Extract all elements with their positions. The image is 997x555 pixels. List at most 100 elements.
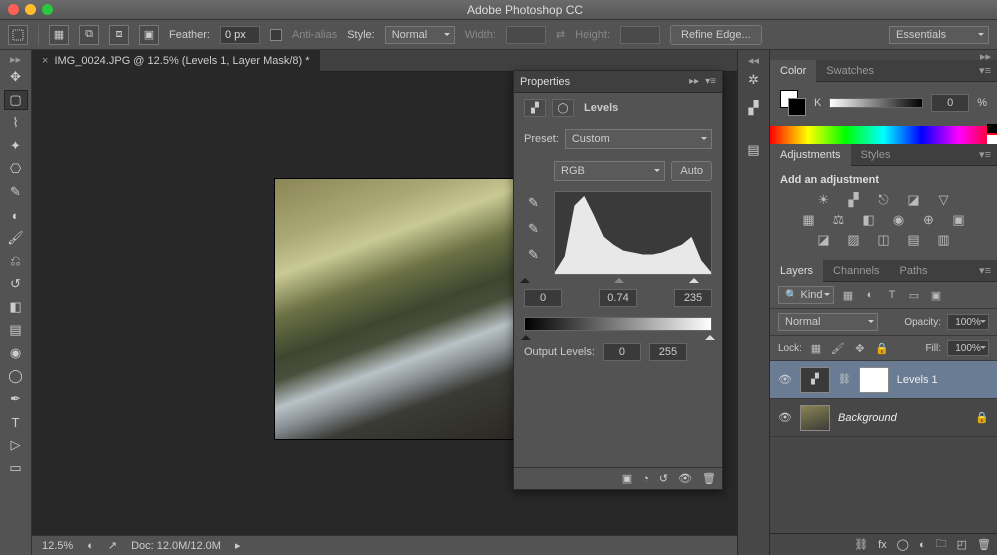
color-lookup-icon[interactable]: ▣ — [950, 212, 968, 228]
refine-edge-button[interactable]: Refine Edge... — [670, 25, 762, 45]
move-tool[interactable]: ✥ — [4, 67, 28, 87]
filter-shape-icon[interactable]: ▭ — [906, 287, 922, 303]
subtract-selection-icon[interactable]: ⧈ — [109, 25, 129, 45]
channel-mixer-icon[interactable]: ⊕ — [920, 212, 938, 228]
new-layer-icon[interactable]: ◰ — [957, 538, 967, 551]
gradient-tool[interactable]: ▤ — [4, 320, 28, 340]
exposure-adj-icon[interactable]: ◪ — [905, 192, 923, 208]
invert-icon[interactable]: ◪ — [815, 232, 833, 248]
close-tab-icon[interactable]: × — [42, 55, 48, 67]
black-point-eyedropper-icon[interactable]: ✎ — [528, 195, 539, 211]
vibrance-icon[interactable]: ▽ — [935, 192, 953, 208]
lasso-tool[interactable]: ⌇ — [4, 113, 28, 133]
layers-panel-menu-icon[interactable]: ▾≡ — [973, 264, 997, 277]
marquee-tool[interactable]: ▢ — [4, 90, 28, 110]
preset-dropdown[interactable]: Custom — [565, 129, 712, 149]
spectrum-black[interactable] — [987, 124, 997, 133]
white-output-slider[interactable] — [705, 330, 715, 340]
properties-collapse-icon[interactable]: ▸▸ — [689, 76, 699, 87]
output-white-value[interactable]: 255 — [649, 343, 687, 361]
delete-layer-icon[interactable]: 🗑 — [977, 538, 991, 551]
styles-tab[interactable]: Styles — [851, 144, 901, 166]
color-panel-menu-icon[interactable]: ▾≡ — [973, 64, 997, 77]
filter-type-icon[interactable]: T — [884, 287, 900, 303]
toggle-visibility-icon[interactable]: 👁 — [678, 472, 692, 485]
crop-tool[interactable]: ⎔ — [4, 159, 28, 179]
selective-color-icon[interactable]: ▥ — [935, 232, 953, 248]
new-adjustment-layer-icon[interactable]: ◐ — [919, 539, 926, 551]
gray-point-eyedropper-icon[interactable]: ✎ — [528, 221, 539, 237]
healing-brush-tool[interactable]: ◐ — [4, 205, 28, 225]
new-group-icon[interactable]: 🗀 — [936, 535, 947, 554]
layer-fx-icon[interactable]: fx — [878, 539, 887, 551]
input-black-value[interactable]: 0 — [524, 289, 562, 307]
close-window-button[interactable] — [8, 4, 19, 15]
curves-icon[interactable]: ⎋ — [875, 192, 893, 208]
mid-input-slider[interactable] — [614, 273, 624, 283]
brightness-contrast-icon[interactable]: ☀ — [815, 192, 833, 208]
workspace-switcher[interactable]: Essentials — [889, 26, 989, 44]
output-gradient[interactable] — [524, 317, 712, 331]
posterize-icon[interactable]: ▨ — [845, 232, 863, 248]
reset-icon[interactable]: ↺ — [659, 472, 668, 485]
levels-adjustment-icon[interactable]: ▞ — [524, 99, 546, 117]
lock-all-icon[interactable]: 🔒 — [874, 340, 890, 356]
swatches-tab[interactable]: Swatches — [816, 60, 884, 82]
layer-filter-kind[interactable]: 🔍 Kind — [778, 286, 834, 304]
previous-state-icon[interactable]: ◔ — [642, 473, 649, 485]
delete-adjustment-icon[interactable]: 🗑 — [702, 472, 716, 485]
intersect-selection-icon[interactable]: ▣ — [139, 25, 159, 45]
properties-icon[interactable]: ▤ — [741, 138, 767, 162]
black-output-slider[interactable] — [521, 330, 531, 340]
levels-icon[interactable]: ▞ — [845, 192, 863, 208]
layer-background[interactable]: 👁 Background 🔒 — [770, 399, 997, 437]
link-mask-icon[interactable]: ⛓ — [838, 374, 851, 385]
bw-icon[interactable]: ◧ — [860, 212, 878, 228]
color-balance-icon[interactable]: ⚖ — [830, 212, 848, 228]
photo-filter-icon[interactable]: ◉ — [890, 212, 908, 228]
layer-mask-thumb[interactable] — [859, 367, 889, 393]
spectrum-white[interactable] — [987, 135, 997, 144]
add-selection-icon[interactable]: ⧉ — [79, 25, 99, 45]
layer-name[interactable]: Background — [838, 412, 897, 424]
layer-name[interactable]: Levels 1 — [897, 374, 938, 386]
style-dropdown[interactable]: Normal — [385, 26, 455, 44]
k-input[interactable]: 0 — [931, 94, 969, 112]
dodge-tool[interactable]: ◯ — [4, 366, 28, 386]
auto-button[interactable]: Auto — [671, 161, 712, 181]
blur-tool[interactable]: ◉ — [4, 343, 28, 363]
threshold-icon[interactable]: ◫ — [875, 232, 893, 248]
layers-tab[interactable]: Layers — [770, 260, 823, 282]
fill-input[interactable]: 100% — [947, 340, 989, 356]
color-tab[interactable]: Color — [770, 60, 816, 82]
export-icon[interactable]: ↗ — [108, 539, 117, 552]
navigator-icon[interactable]: ✲ — [741, 68, 767, 92]
filter-pixel-icon[interactable]: ▦ — [840, 287, 856, 303]
properties-menu-icon[interactable]: ▾≡ — [705, 76, 716, 87]
filter-smart-icon[interactable]: ▣ — [928, 287, 944, 303]
eraser-tool[interactable]: ◧ — [4, 297, 28, 317]
clip-to-layer-icon[interactable]: ▣ — [622, 472, 632, 485]
pen-tool[interactable]: ✒ — [4, 389, 28, 409]
input-white-value[interactable]: 235 — [674, 289, 712, 307]
k-slider[interactable] — [829, 98, 923, 108]
zoom-level[interactable]: 12.5% — [42, 540, 73, 552]
white-point-eyedropper-icon[interactable]: ✎ — [528, 247, 539, 263]
document-tab[interactable]: × IMG_0024.JPG @ 12.5% (Levels 1, Layer … — [32, 50, 320, 72]
filter-adjustment-icon[interactable]: ◐ — [862, 287, 878, 303]
hue-sat-icon[interactable]: ▦ — [800, 212, 818, 228]
foreground-background-swatch[interactable] — [780, 90, 806, 116]
layer-levels-1[interactable]: 👁 ▞ ⛓ Levels 1 — [770, 361, 997, 399]
history-brush-tool[interactable]: ↺ — [4, 274, 28, 294]
visibility-toggle-icon[interactable]: 👁 — [778, 411, 792, 424]
mask-icon[interactable]: ◯ — [552, 99, 574, 117]
exposure-icon[interactable]: ◐ — [87, 540, 94, 552]
paths-tab[interactable]: Paths — [890, 260, 938, 282]
lock-transparency-icon[interactable]: ▦ — [808, 340, 824, 356]
eyedropper-tool[interactable]: ✎ — [4, 182, 28, 202]
path-selection-tool[interactable]: ▷ — [4, 435, 28, 455]
color-spectrum[interactable] — [770, 126, 997, 144]
visibility-toggle-icon[interactable]: 👁 — [778, 373, 792, 386]
input-mid-value[interactable]: 0.74 — [599, 289, 637, 307]
channels-tab[interactable]: Channels — [823, 260, 889, 282]
